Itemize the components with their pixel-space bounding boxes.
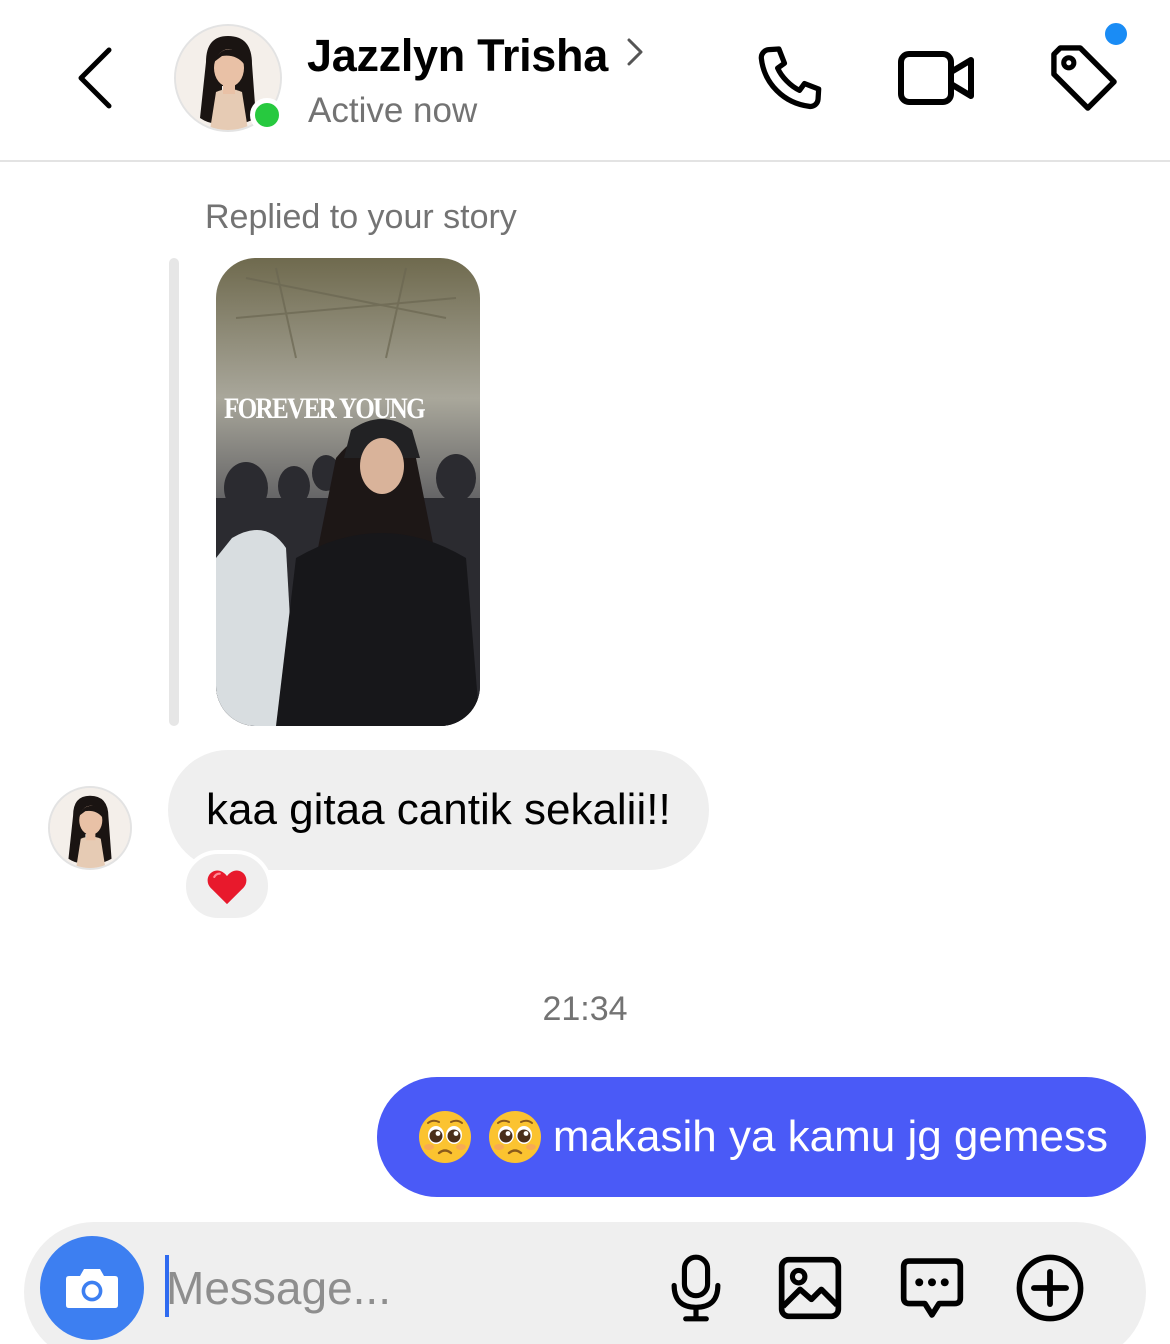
voice-message-button[interactable] xyxy=(658,1250,734,1326)
pleading-face-emoji xyxy=(418,1111,471,1163)
camera-icon xyxy=(66,1269,118,1308)
chat-header: Jazzlyn Trisha Active now xyxy=(0,0,1170,162)
tag-button[interactable] xyxy=(1044,38,1124,118)
phone-icon xyxy=(758,46,822,110)
heart-reaction[interactable] xyxy=(182,850,272,922)
chevron-right-icon xyxy=(627,38,643,66)
video-camera-icon xyxy=(898,51,974,105)
message-input[interactable] xyxy=(166,1252,646,1324)
heart-icon xyxy=(207,870,247,905)
online-status-dot xyxy=(250,98,284,132)
reply-indicator-bar xyxy=(169,258,179,726)
message-timestamp: 21:34 xyxy=(542,990,628,1028)
pleading-face-emoji xyxy=(488,1111,541,1163)
incoming-message-text: kaa gitaa cantik sekalii!! xyxy=(206,785,671,834)
outgoing-message-bubble[interactable]: makasih ya kamu jg gemess xyxy=(376,1077,1146,1197)
sticker-chat-icon xyxy=(900,1258,964,1318)
contact-avatar-small[interactable] xyxy=(48,786,132,870)
gallery-button[interactable] xyxy=(772,1250,848,1326)
plus-circle-icon xyxy=(1016,1254,1084,1322)
notification-dot xyxy=(1102,20,1130,48)
contact-name-link[interactable]: Jazzlyn Trisha xyxy=(307,30,644,82)
active-status: Active now xyxy=(308,91,478,130)
gallery-icon xyxy=(778,1256,842,1320)
back-icon xyxy=(78,47,112,109)
more-options-button[interactable] xyxy=(1012,1250,1088,1326)
sticker-button[interactable] xyxy=(894,1250,970,1326)
video-call-button[interactable] xyxy=(897,38,977,118)
contact-avatar-wrapper[interactable] xyxy=(174,24,284,132)
voice-call-button[interactable] xyxy=(750,38,830,118)
tag-icon xyxy=(1051,45,1117,111)
contact-name: Jazzlyn Trisha xyxy=(307,30,608,81)
camera-button[interactable] xyxy=(40,1236,144,1340)
story-reply-caption: Replied to your story xyxy=(205,198,517,236)
story-text: FOREVER YOUNG xyxy=(224,392,425,425)
message-composer xyxy=(24,1222,1146,1344)
back-button[interactable] xyxy=(62,40,128,116)
microphone-icon xyxy=(671,1254,721,1322)
outgoing-message-text: makasih ya kamu jg gemess xyxy=(552,1112,1108,1161)
story-thumbnail[interactable]: FOREVER YOUNG xyxy=(216,258,480,726)
